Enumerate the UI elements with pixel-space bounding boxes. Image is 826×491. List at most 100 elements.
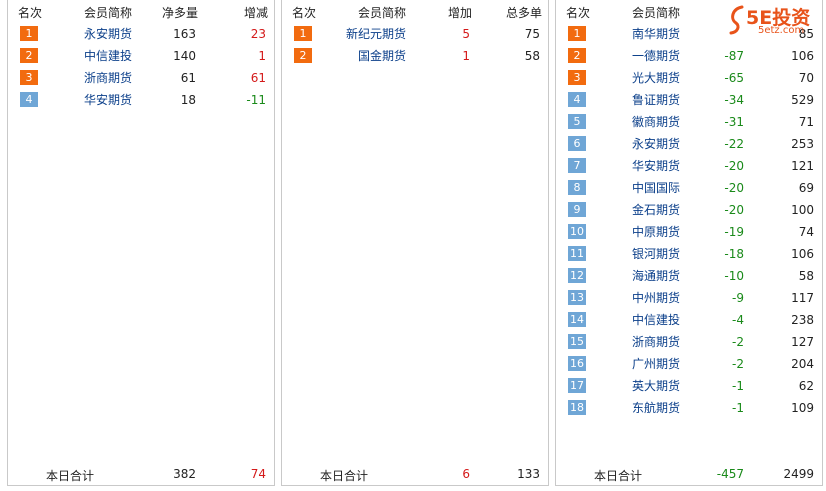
header-total-long: 总多单 [506,6,543,20]
table-row: 18 东航期货 -1 109 [556,396,822,418]
table-row: 1 新纪元期货 5 75 [282,22,548,44]
decrease-value: -20 [724,181,744,195]
rank-badge: 2 [568,48,586,63]
total-label: 本日合计 [594,469,643,483]
member-name: 中州期货 [631,291,680,305]
total-long-value: 529 [791,93,814,107]
change-value: 1 [258,49,266,63]
decrease-value: -2 [732,335,744,349]
table-header: 名次 会员简称 净多量 增减 [8,0,274,22]
rank-badge: 10 [568,224,586,239]
decrease-value: -9 [732,291,744,305]
table-row: 14 中信建投 -4 238 [556,308,822,330]
total-long-value: 127 [791,335,814,349]
member-name: 国金期货 [357,49,406,63]
member-name: 海通期货 [631,269,680,283]
table-row: 15 浙商期货 -2 127 [556,330,822,352]
member-name: 东航期货 [631,401,680,415]
total-net-long: 382 [173,467,196,481]
total-long-value: 58 [798,269,814,283]
header-rank: 名次 [566,6,591,20]
net-long-ranking-panel: 名次 会员简称 净多量 增减 1 永安期货 163 23 2 中信建投 140 1 3 浙商期货 6… [7,0,275,486]
total-long-value: 62 [798,379,814,393]
table-row: 2 国金期货 1 58 [282,44,548,66]
table-row: 2 中信建投 140 1 [8,44,274,66]
member-name: 新纪元期货 [345,27,406,41]
table-row: 16 广州期货 -2 204 [556,352,822,374]
member-name: 南华期货 [631,27,680,41]
member-name: 浙商期货 [631,335,680,349]
rank-badge: 15 [568,334,586,349]
total-label: 本日合计 [320,469,369,483]
member-name: 华安期货 [83,93,132,107]
table-row: 1 永安期货 163 23 [8,22,274,44]
decrease-value: -1 [732,379,744,393]
decrease-value: -2 [732,357,744,371]
member-name: 华安期货 [631,159,680,173]
table-row: 9 金石期货 -20 100 [556,198,822,220]
net-long-value: 163 [173,27,196,41]
rank-badge: 13 [568,290,586,305]
rank-badge: 3 [568,70,586,85]
member-name: 光大期货 [631,71,680,85]
decrease-value: -4 [732,313,744,327]
net-long-value: 61 [180,71,196,85]
net-long-value: 18 [180,93,196,107]
site-logo: 5E投资 5etz.com [728,3,820,37]
total-long-value: 106 [791,49,814,63]
rank-badge: 18 [568,400,586,415]
header-rank: 名次 [18,6,43,20]
total-long: 133 [517,467,540,481]
rank-badge: 3 [20,70,38,85]
decrease-value: -20 [724,203,744,217]
header-increase: 增加 [448,6,473,20]
rank-badge: 5 [568,114,586,129]
total-long-value: 75 [524,27,540,41]
total-long-value: 58 [524,49,540,63]
total-long-value: 69 [798,181,814,195]
rank-badge: 2 [20,48,38,63]
total-long-value: 253 [791,137,814,151]
daily-total-row: 本日合计 -457 2499 [556,462,822,484]
long-decrease-ranking-panel: 名次 会员简称 1 南华期货 85 2 一德期货 -87 106 3 光大期货 -65 70 4 鲁证期… [555,0,823,486]
logo-domain: 5etz.com [758,25,805,36]
decrease-value: -10 [724,269,744,283]
daily-total-row: 本日合计 6 133 [282,462,548,484]
increase-value: 1 [462,49,470,63]
total-long-value: 238 [791,313,814,327]
total-label: 本日合计 [46,469,95,483]
change-value: -11 [246,93,266,107]
rank-badge: 16 [568,356,586,371]
decrease-value: -34 [724,93,744,107]
header-rank: 名次 [292,6,317,20]
member-name: 银河期货 [631,247,680,261]
member-name: 中国国际 [631,181,680,195]
decrease-value: -18 [724,247,744,261]
member-name: 金石期货 [631,203,680,217]
rank-badge: 8 [568,180,586,195]
decrease-value: -65 [724,71,744,85]
total-long-value: 121 [791,159,814,173]
rank-badge: 4 [568,92,586,107]
rank-badge: 6 [568,136,586,151]
rank-badge: 12 [568,268,586,283]
total-long-value: 106 [791,247,814,261]
rank-badge: 4 [20,92,38,107]
rank-badge: 2 [294,48,312,63]
table-row: 10 中原期货 -19 74 [556,220,822,242]
increase-value: 5 [462,27,470,41]
member-name: 永安期货 [83,27,132,41]
member-name: 中原期货 [631,225,680,239]
total-long: 2499 [783,467,814,481]
decrease-value: -87 [724,49,744,63]
table-row: 17 英大期货 -1 62 [556,374,822,396]
table-row: 3 光大期货 -65 70 [556,66,822,88]
change-value: 61 [250,71,266,85]
decrease-value: -31 [724,115,744,129]
daily-total-row: 本日合计 382 74 [8,462,274,484]
table-row: 11 银河期货 -18 106 [556,242,822,264]
member-name: 中信建投 [631,313,680,327]
total-long-value: 109 [791,401,814,415]
table-row: 13 中州期货 -9 117 [556,286,822,308]
member-name: 中信建投 [83,49,132,63]
